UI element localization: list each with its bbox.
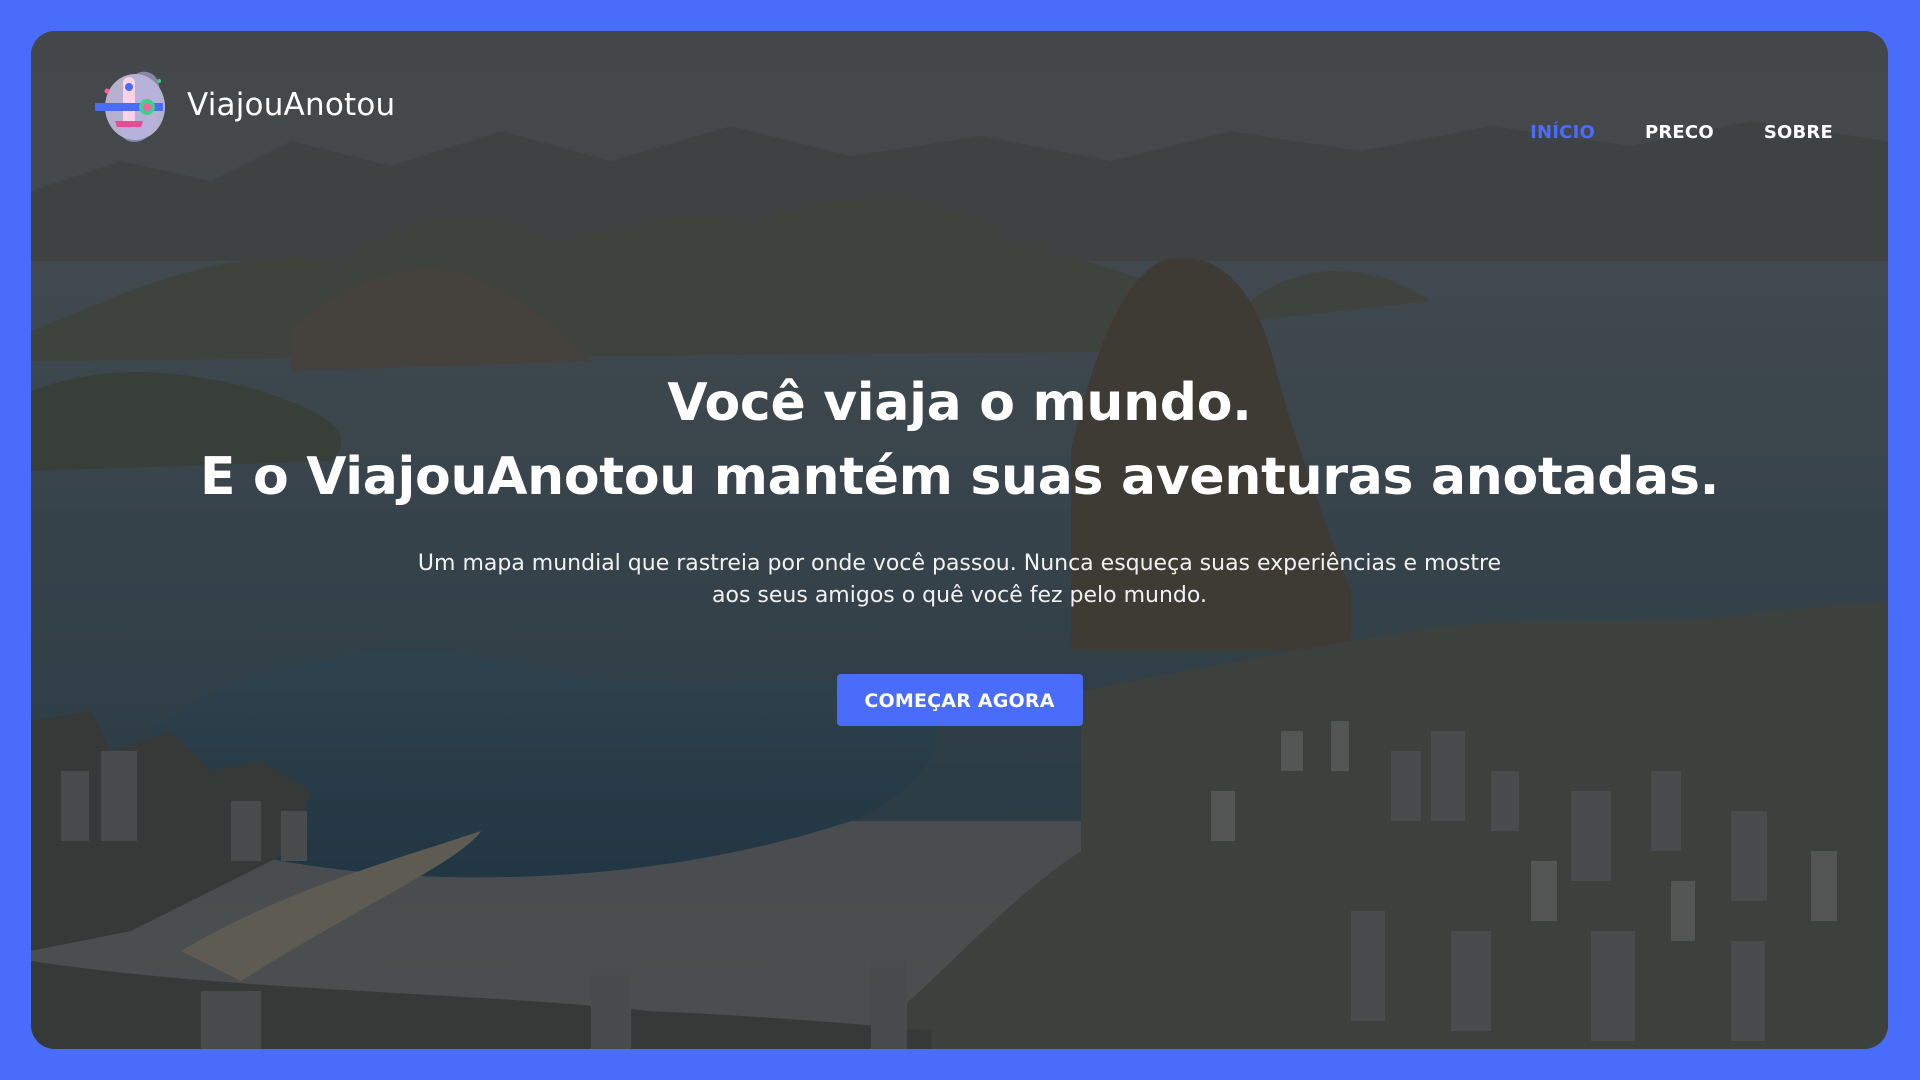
hero-headline-line2: E o ViajouAnotou mantém suas aventuras a… <box>199 447 1720 507</box>
brand-name: ViajouAnotou <box>187 87 396 123</box>
page-frame: ViajouAnotou INÍCIO PRECO SOBRE Você via… <box>31 31 1888 1049</box>
hero-headline: Você viaja o mundo. E o ViajouAnotou man… <box>31 366 1888 514</box>
hero-section: Você viaja o mundo. E o ViajouAnotou man… <box>31 366 1888 726</box>
nav-inicio-link[interactable]: INÍCIO <box>1530 122 1595 143</box>
hero-headline-line1: Você viaja o mundo. <box>667 373 1252 433</box>
nav-preco-link[interactable]: PRECO <box>1645 122 1714 143</box>
hero-subtitle: Um mapa mundial que rastreia por onde vo… <box>417 551 1502 608</box>
airplane-icon <box>95 71 165 142</box>
brand-logo[interactable]: ViajouAnotou <box>89 63 395 147</box>
nav-sobre-link[interactable]: SOBRE <box>1764 122 1833 143</box>
main-nav: INÍCIO PRECO SOBRE <box>1530 122 1833 143</box>
start-now-button[interactable]: COMEÇAR AGORA <box>836 674 1083 726</box>
